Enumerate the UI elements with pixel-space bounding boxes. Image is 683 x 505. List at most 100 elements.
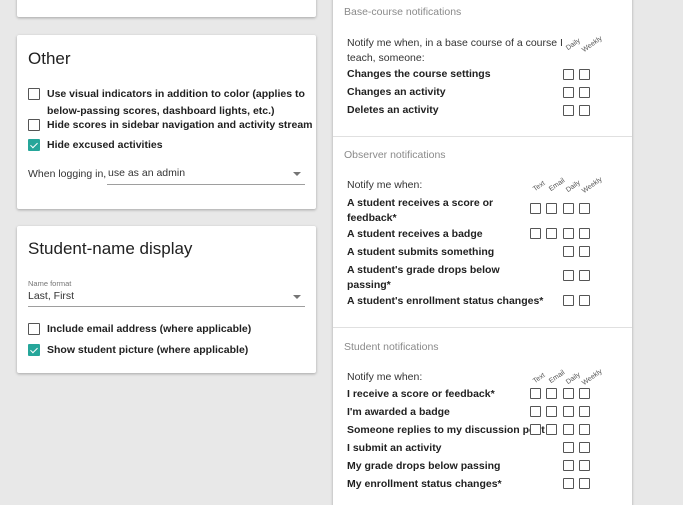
student-badge-email-checkbox[interactable] (546, 406, 557, 417)
student-score-email-checkbox[interactable] (546, 388, 557, 399)
student-notifications-title: Student notifications (344, 341, 439, 353)
student-grade-weekly-checkbox[interactable] (579, 460, 590, 471)
student-replies-weekly-checkbox[interactable] (579, 424, 590, 435)
observer-submits-weekly-checkbox[interactable] (579, 246, 590, 257)
base-changes-weekly-checkbox[interactable] (579, 87, 590, 98)
base-settings-daily-checkbox[interactable] (563, 69, 574, 80)
name-format-label: Name format (28, 279, 72, 288)
student-notify-text: Notify me when: (347, 371, 423, 383)
observer-badge-weekly-checkbox[interactable] (579, 228, 590, 239)
hide-scores-label: Hide scores in sidebar navigation and ac… (47, 119, 313, 131)
observer-grade-weekly-checkbox[interactable] (579, 270, 590, 281)
chevron-down-icon (293, 172, 301, 176)
student-name-title: Student-name display (28, 239, 193, 258)
visual-indicators-option[interactable]: Use visual indicators in addition to col… (28, 88, 305, 120)
hide-scores-option[interactable]: Hide scores in sidebar navigation and ac… (28, 119, 313, 134)
hide-excused-checkbox[interactable] (28, 139, 40, 151)
student-grade-daily-checkbox[interactable] (563, 460, 574, 471)
student-score-text-checkbox[interactable] (530, 388, 541, 399)
student-row-submit: I submit an activity (347, 442, 442, 454)
col-email: Email (547, 177, 567, 193)
other-settings-card: Other Use visual indicators in addition … (17, 35, 316, 209)
base-row-settings: Changes the course settings (347, 68, 491, 80)
student-submit-daily-checkbox[interactable] (563, 442, 574, 453)
divider (333, 327, 632, 328)
student-badge-weekly-checkbox[interactable] (579, 406, 590, 417)
name-format-value: Last, First (28, 290, 75, 302)
visual-indicators-checkbox[interactable] (28, 88, 40, 100)
hide-scores-checkbox[interactable] (28, 119, 40, 131)
base-course-title: Base-course notifications (344, 6, 462, 18)
observer-score-email-checkbox[interactable] (546, 203, 557, 214)
hide-excused-label: Hide excused activities (47, 139, 163, 151)
observer-row-badge: A student receives a badge (347, 228, 483, 240)
base-deletes-weekly-checkbox[interactable] (579, 105, 590, 116)
observer-enrollment-daily-checkbox[interactable] (563, 295, 574, 306)
observer-notify-text: Notify me when: (347, 179, 423, 191)
col-text: Text (531, 371, 547, 385)
previous-settings-card (17, 0, 316, 17)
observer-grade-daily-checkbox[interactable] (563, 270, 574, 281)
observer-row-submits: A student submits something (347, 246, 495, 258)
col-daily: Daily (564, 179, 582, 194)
chevron-down-icon (293, 295, 301, 299)
col-daily: Daily (564, 371, 582, 386)
student-name-display-card: Student-name display Name format Last, F… (17, 226, 316, 373)
student-enrollment-weekly-checkbox[interactable] (579, 478, 590, 489)
show-picture-option[interactable]: Show student picture (where applicable) (28, 344, 248, 359)
observer-row-score: A student receives a score or feedback* (347, 197, 494, 224)
col-email: Email (547, 369, 567, 385)
col-weekly: Weekly (580, 176, 604, 195)
show-picture-label: Show student picture (where applicable) (47, 344, 249, 356)
observer-badge-email-checkbox[interactable] (546, 228, 557, 239)
divider (333, 136, 632, 137)
base-row-changes: Changes an activity (347, 86, 446, 98)
hide-excused-option[interactable]: Hide excused activities (28, 139, 163, 154)
name-format-select[interactable]: Last, First (28, 290, 305, 307)
observer-score-daily-checkbox[interactable] (563, 203, 574, 214)
base-course-notify-text: Notify me when, in a base course of a co… (347, 37, 563, 64)
include-email-checkbox[interactable] (28, 323, 40, 335)
other-title: Other (28, 49, 71, 68)
student-submit-weekly-checkbox[interactable] (579, 442, 590, 453)
student-row-score: I receive a score or feedback* (347, 388, 495, 400)
visual-indicators-label-line1: Use visual indicators in addition to col… (47, 88, 305, 100)
observer-title: Observer notifications (344, 149, 446, 161)
student-replies-daily-checkbox[interactable] (563, 424, 574, 435)
student-row-badge: I'm awarded a badge (347, 406, 450, 418)
col-text: Text (531, 179, 547, 193)
show-picture-checkbox[interactable] (28, 344, 40, 356)
student-replies-email-checkbox[interactable] (546, 424, 557, 435)
login-mode-label: When logging in, (28, 168, 107, 180)
login-mode-value: use as an admin (108, 167, 186, 179)
student-score-daily-checkbox[interactable] (563, 388, 574, 399)
include-email-option[interactable]: Include email address (where applicable) (28, 323, 251, 338)
student-score-weekly-checkbox[interactable] (579, 388, 590, 399)
observer-badge-text-checkbox[interactable] (530, 228, 541, 239)
base-changes-daily-checkbox[interactable] (563, 87, 574, 98)
notifications-card: Base-course notifications Notify me when… (333, 0, 632, 505)
col-weekly: Weekly (580, 35, 604, 54)
base-deletes-daily-checkbox[interactable] (563, 105, 574, 116)
observer-row-grade: A student's grade drops below passing* (347, 264, 500, 291)
observer-submits-daily-checkbox[interactable] (563, 246, 574, 257)
student-enrollment-daily-checkbox[interactable] (563, 478, 574, 489)
student-badge-text-checkbox[interactable] (530, 406, 541, 417)
base-settings-weekly-checkbox[interactable] (579, 69, 590, 80)
col-weekly: Weekly (580, 368, 604, 387)
include-email-label: Include email address (where applicable) (47, 323, 252, 335)
observer-enrollment-weekly-checkbox[interactable] (579, 295, 590, 306)
student-badge-daily-checkbox[interactable] (563, 406, 574, 417)
col-daily: Daily (564, 37, 582, 52)
observer-badge-daily-checkbox[interactable] (563, 228, 574, 239)
login-mode-select[interactable]: use as an admin (107, 167, 305, 185)
student-replies-text-checkbox[interactable] (530, 424, 541, 435)
student-row-replies: Someone replies to my discussion post (347, 424, 545, 436)
observer-score-weekly-checkbox[interactable] (579, 203, 590, 214)
visual-indicators-label-line2: below-passing scores, dashboard lights, … (47, 105, 275, 117)
student-row-enrollment: My enrollment status changes* (347, 478, 502, 490)
observer-row-enrollment: A student's enrollment status changes* (347, 295, 544, 307)
observer-score-text-checkbox[interactable] (530, 203, 541, 214)
base-row-deletes: Deletes an activity (347, 104, 439, 116)
student-row-grade: My grade drops below passing (347, 460, 501, 472)
